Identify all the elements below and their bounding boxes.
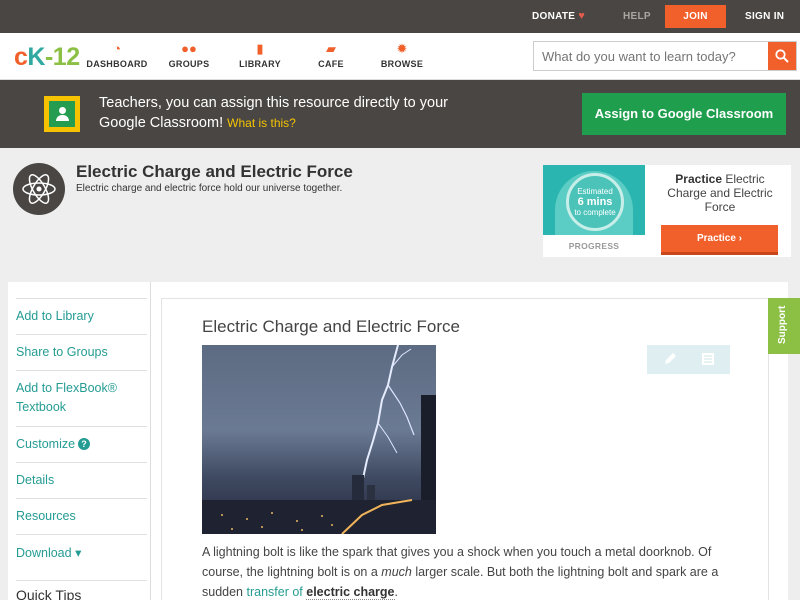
what-is-this-link[interactable]: What is this?: [227, 116, 296, 130]
search-box: [533, 41, 797, 71]
search-input[interactable]: [534, 42, 769, 70]
sidebar-item-share-to-groups[interactable]: Share to Groups: [16, 334, 147, 359]
help-link[interactable]: HELP: [623, 0, 651, 33]
library-icon: ▮: [256, 41, 264, 56]
estimate-badge: Estimated 6 mins to complete: [566, 173, 624, 231]
concept-subtitle: Electric charge and electric force hold …: [76, 183, 343, 194]
ck12-logo[interactable]: cK-12: [14, 43, 80, 72]
chevron-right-icon: ›: [738, 233, 743, 244]
dashboard-icon: ◔: [113, 41, 121, 56]
practice-card: Estimated 6 mins to complete PROGRESS Pr…: [543, 165, 791, 257]
join-button[interactable]: JOIN: [665, 5, 726, 28]
top-bar: DONATE ♥ HELP JOIN SIGN IN: [0, 0, 800, 33]
notes-icon[interactable]: [700, 351, 716, 367]
nav-groups[interactable]: ●● GROUPS: [154, 41, 224, 69]
sidebar-item-download[interactable]: Download ▾: [16, 534, 147, 560]
browse-icon: ✹: [396, 41, 408, 56]
nav-dashboard[interactable]: ◔ DASHBOARD: [82, 41, 152, 69]
pencil-icon[interactable]: [662, 351, 678, 367]
article-title: Electric Charge and Electric Force: [202, 317, 460, 336]
cafe-icon: ▰: [326, 41, 336, 56]
search-button[interactable]: [768, 42, 796, 70]
google-classroom-banner: Teachers, you can assign this resource d…: [0, 80, 800, 148]
heart-icon: ♥: [578, 10, 586, 22]
progress-label: PROGRESS: [568, 241, 620, 251]
help-icon[interactable]: ?: [78, 438, 91, 450]
sidebar: Add to Library Share to Groups Add to Fl…: [8, 282, 150, 600]
transfer-link[interactable]: transfer of: [246, 585, 302, 599]
concept-title: Electric Charge and Electric Force: [76, 162, 353, 181]
google-classroom-icon: [44, 96, 80, 132]
lightning-photo: [202, 345, 436, 534]
annotation-tools: [647, 345, 730, 374]
practice-title: Practice Electric Charge and Electric Fo…: [667, 172, 773, 214]
nav-cafe[interactable]: ▰ CAFE: [296, 41, 366, 69]
quick-tips-heading[interactable]: Quick Tips: [16, 580, 147, 600]
sign-in-link[interactable]: SIGN IN: [745, 0, 784, 33]
electric-charge-term[interactable]: electric charge: [306, 585, 395, 600]
sidebar-item-resources[interactable]: Resources: [16, 498, 147, 523]
practice-button[interactable]: Practice ›: [661, 225, 778, 255]
sidebar-item-details[interactable]: Details: [16, 462, 147, 487]
main-nav: cK-12 ◔ DASHBOARD ●● GROUPS ▮ LIBRARY ▰ …: [0, 33, 800, 80]
atom-icon: [13, 163, 65, 215]
assign-google-classroom-button[interactable]: Assign to Google Classroom: [582, 93, 786, 135]
support-tab[interactable]: Support: [768, 298, 800, 354]
article-paragraph: A lightning bolt is like the spark that …: [202, 545, 719, 600]
search-icon: [775, 49, 789, 63]
sidebar-item-customize[interactable]: Customize?: [16, 426, 147, 451]
progress-illustration: Estimated 6 mins to complete: [543, 165, 645, 235]
nav-browse[interactable]: ✹ BROWSE: [367, 41, 437, 69]
donate-link[interactable]: DONATE ♥: [532, 0, 585, 33]
sidebar-item-add-to-flexbook[interactable]: Add to FlexBook® Textbook: [16, 370, 147, 417]
nav-library[interactable]: ▮ LIBRARY: [225, 41, 295, 69]
sidebar-item-add-to-library[interactable]: Add to Library: [16, 298, 147, 323]
google-classroom-message: Teachers, you can assign this resource d…: [99, 95, 448, 131]
groups-icon: ●●: [181, 41, 197, 56]
